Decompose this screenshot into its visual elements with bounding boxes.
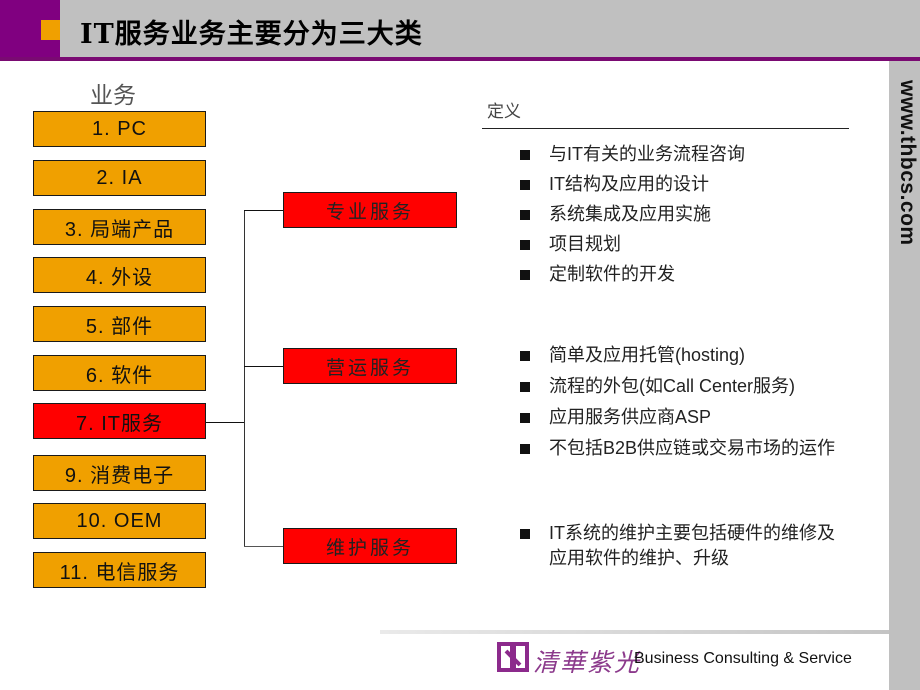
- connector-branch-maintenance: [244, 546, 283, 547]
- list-item: 与IT有关的业务流程咨询: [520, 139, 745, 169]
- list-item: 简单及应用托管(hosting): [520, 340, 839, 371]
- page-title: IT服务业务主要分为三大类: [80, 19, 423, 50]
- business-item-pc[interactable]: 1. PC: [33, 111, 206, 147]
- professional-bullet-list: 与IT有关的业务流程咨询 IT结构及应用的设计 系统集成及应用实施 项目规划 定…: [520, 139, 745, 289]
- list-item: 项目规划: [520, 229, 745, 259]
- company-logo-icon: [497, 642, 529, 672]
- connector-branch-operations: [244, 366, 283, 367]
- title-bullet-icon: [41, 20, 60, 40]
- business-item-ia[interactable]: 2. IA: [33, 160, 206, 196]
- service-professional[interactable]: 专业服务: [283, 192, 457, 228]
- bullet-square-icon: [520, 529, 530, 539]
- business-item-it-services[interactable]: 7. IT服务: [33, 403, 206, 439]
- bullet-square-icon: [520, 351, 530, 361]
- list-item: 系统集成及应用实施: [520, 199, 745, 229]
- service-operations[interactable]: 营运服务: [283, 348, 457, 384]
- list-item: IT系统的维护主要包括硬件的维修及应用软件的维护、升级: [520, 521, 839, 571]
- connector-vertical-trunk: [244, 210, 245, 547]
- header-divider: [0, 57, 920, 61]
- business-item-peripherals[interactable]: 4. 外设: [33, 257, 206, 293]
- list-item: 流程的外包(如Call Center服务): [520, 371, 839, 402]
- operations-bullet-list: 简单及应用托管(hosting) 流程的外包(如Call Center服务) 应…: [520, 340, 839, 461]
- bullet-square-icon: [520, 240, 530, 250]
- definition-heading: 定义: [487, 102, 521, 121]
- bullet-square-icon: [520, 150, 530, 160]
- connector-horizontal-source: [206, 422, 245, 423]
- bullet-square-icon: [520, 382, 530, 392]
- business-item-components[interactable]: 5. 部件: [33, 306, 206, 342]
- bullet-square-icon: [520, 413, 530, 423]
- company-logo-text: 清華紫光: [533, 648, 642, 677]
- footer-tagline: Business Consulting & Service: [634, 650, 852, 667]
- bullet-square-icon: [520, 444, 530, 454]
- bullet-square-icon: [520, 180, 530, 190]
- list-item: 应用服务供应商ASP: [520, 402, 839, 433]
- maintenance-bullet-list: IT系统的维护主要包括硬件的维修及应用软件的维护、升级: [520, 521, 839, 571]
- footer-divider: [380, 630, 889, 634]
- business-item-oem[interactable]: 10. OEM: [33, 503, 206, 539]
- list-item: 定制软件的开发: [520, 259, 745, 289]
- list-item: IT结构及应用的设计: [520, 169, 745, 199]
- business-item-software[interactable]: 6. 软件: [33, 355, 206, 391]
- bullet-square-icon: [520, 270, 530, 280]
- definition-divider: [482, 128, 849, 129]
- business-item-network-products[interactable]: 3. 局端产品: [33, 209, 206, 245]
- business-column-title: 业务: [90, 82, 136, 108]
- service-maintenance[interactable]: 维护服务: [283, 528, 457, 564]
- business-item-telecom-services[interactable]: 11. 电信服务: [33, 552, 206, 588]
- website-url: www.thbcs.com: [896, 80, 919, 246]
- connector-branch-professional: [244, 210, 283, 211]
- business-item-consumer-electronics[interactable]: 9. 消费电子: [33, 455, 206, 491]
- list-item: 不包括B2B供应链或交易市场的运作: [520, 436, 839, 461]
- bullet-square-icon: [520, 210, 530, 220]
